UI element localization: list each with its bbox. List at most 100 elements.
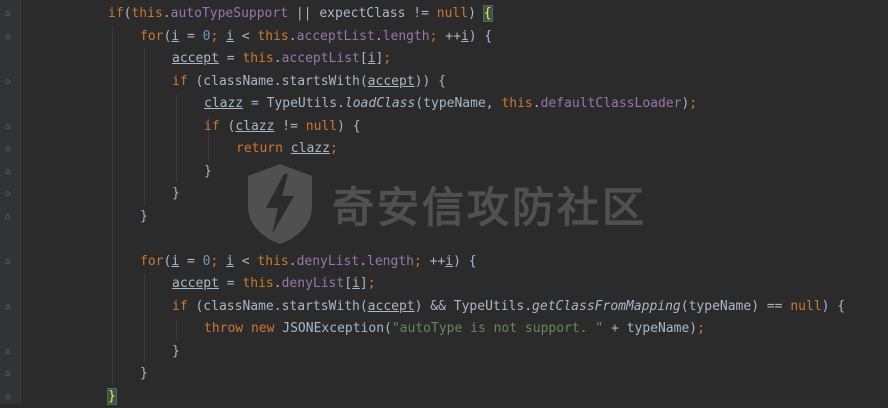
code-token: this: [242, 51, 274, 66]
code-token: .: [288, 253, 297, 269]
code-token: i: [460, 28, 469, 44]
fold-marker-icon[interactable]: ⌂: [4, 144, 12, 154]
code-token: accept: [367, 298, 415, 314]
code-token: denyList: [281, 276, 345, 291]
code-token: this: [501, 96, 533, 111]
fold-marker-icon[interactable]: ⌂: [4, 212, 12, 222]
code-token: if: [204, 118, 220, 134]
code-token: <: [233, 28, 258, 44]
code-token: =: [218, 51, 243, 66]
indent-guide: [112, 25, 113, 386]
watermark: 奇安信攻防社区: [244, 162, 647, 246]
fold-marker-icon[interactable]: ⌂: [4, 122, 12, 132]
code-token: )) {: [414, 73, 446, 89]
code-token: .: [288, 28, 297, 44]
code-token: {: [482, 5, 493, 22]
code-line[interactable]: if (className.startsWith(accept)) {: [172, 71, 446, 93]
code-token: "autoType is not support. ": [391, 321, 604, 336]
code-line[interactable]: accept = this.denyList[i];: [172, 273, 376, 295]
code-token: (typeName) ==: [680, 298, 791, 314]
code-token: accept: [367, 73, 415, 89]
code-token: (className.startsWith(: [187, 73, 368, 89]
code-token: throw new: [204, 321, 283, 336]
fold-marker-icon[interactable]: ⌂: [4, 167, 12, 177]
fold-marker-icon[interactable]: ⌂: [4, 369, 12, 379]
code-line[interactable]: }: [204, 161, 212, 183]
code-line[interactable]: for(i = 0; i < this.denyList.length; ++i…: [140, 251, 477, 273]
code-line[interactable]: if (clazz != null) {: [204, 116, 361, 138]
code-token: loadClass: [344, 96, 416, 111]
code-token: =: [179, 28, 203, 44]
fold-marker-icon[interactable]: ⌂: [4, 9, 12, 19]
code-line[interactable]: if(this.autoTypeSupport || expectClass !…: [108, 3, 493, 25]
code-token: !=: [274, 118, 306, 134]
code-token: ;: [329, 141, 338, 156]
code-token: null: [305, 118, 338, 134]
code-line[interactable]: if (className.startsWith(accept) && Type…: [172, 296, 845, 318]
code-token: this: [257, 253, 289, 269]
code-token: getClassFromMapping: [532, 298, 681, 314]
code-token: i: [171, 253, 180, 269]
code-token: }: [204, 163, 212, 179]
code-token: [: [359, 51, 368, 66]
code-token: if: [172, 298, 188, 314]
code-token: }: [172, 343, 180, 359]
code-token: ]: [359, 276, 368, 291]
fold-marker-icon[interactable]: ⌂: [4, 32, 12, 42]
code-token: this: [257, 28, 289, 44]
code-token: accept: [172, 276, 219, 291]
code-token: ) {: [337, 118, 361, 134]
fold-marker-icon[interactable]: ⌂: [4, 77, 12, 87]
code-token: i: [445, 253, 454, 269]
code-token: autoTypeSupport: [170, 6, 289, 21]
watermark-text: 奇安信攻防社区: [332, 182, 648, 232]
code-line[interactable]: for(i = 0; i < this.acceptList.length; +…: [140, 26, 492, 48]
code-token: for: [140, 28, 164, 44]
code-token: accept: [172, 51, 219, 66]
code-token: + typeName): [603, 321, 698, 336]
code-token: this: [131, 6, 163, 21]
code-token: .: [162, 6, 171, 21]
code-line[interactable]: clazz = TypeUtils.loadClass(typeName, th…: [204, 93, 697, 115]
code-line[interactable]: return clazz;: [236, 138, 338, 160]
fold-marker-icon[interactable]: ⌂: [4, 392, 12, 402]
code-token: [: [344, 276, 353, 291]
fold-marker-icon[interactable]: ⌂: [4, 257, 12, 267]
code-token: JSONException(: [282, 321, 392, 336]
code-token: clazz: [290, 141, 330, 156]
code-token: acceptList: [281, 51, 360, 66]
code-token: ;: [383, 51, 392, 66]
indent-guide: [144, 273, 145, 363]
code-token: =: [179, 253, 203, 269]
code-line[interactable]: }: [140, 206, 148, 228]
code-token: if: [108, 6, 124, 21]
indent-guide: [144, 48, 145, 206]
code-line[interactable]: }: [140, 363, 148, 385]
code-line[interactable]: throw new JSONException("autoType is not…: [204, 318, 705, 340]
code-token: ;: [697, 321, 705, 336]
code-token: = TypeUtils.: [243, 96, 345, 111]
code-token: <: [233, 253, 258, 269]
indent-guide: [176, 318, 177, 341]
code-editor[interactable]: ⌂ ⌂ ⌂ ⌂ ⌂ ⌂ ⌂ ⌂ ⌂ ⌂ ⌂ ⌂ ⌂ if(this.autoTypeSupport ||…: [0, 0, 888, 405]
code-line[interactable]: }: [172, 183, 180, 205]
code-token: =: [218, 276, 243, 291]
fold-marker-icon[interactable]: ⌂: [4, 302, 12, 312]
code-token: ) {: [821, 298, 846, 314]
code-token: .: [273, 51, 282, 66]
code-line[interactable]: accept = this.acceptList[i];: [172, 48, 391, 70]
code-token: return: [236, 141, 291, 156]
fold-marker-icon[interactable]: ⌂: [4, 189, 12, 199]
code-token: ++: [421, 253, 446, 269]
code-line[interactable]: }: [107, 386, 117, 408]
code-token: length: [382, 28, 430, 44]
code-token: .: [532, 96, 541, 111]
code-token: acceptList: [296, 28, 375, 44]
code-token: if: [172, 73, 188, 89]
code-token: clazz: [235, 118, 275, 134]
fold-marker-icon[interactable]: ⌂: [4, 347, 12, 357]
code-token: .: [374, 28, 383, 44]
code-line[interactable]: }: [172, 341, 180, 363]
code-token: ): [468, 6, 484, 21]
